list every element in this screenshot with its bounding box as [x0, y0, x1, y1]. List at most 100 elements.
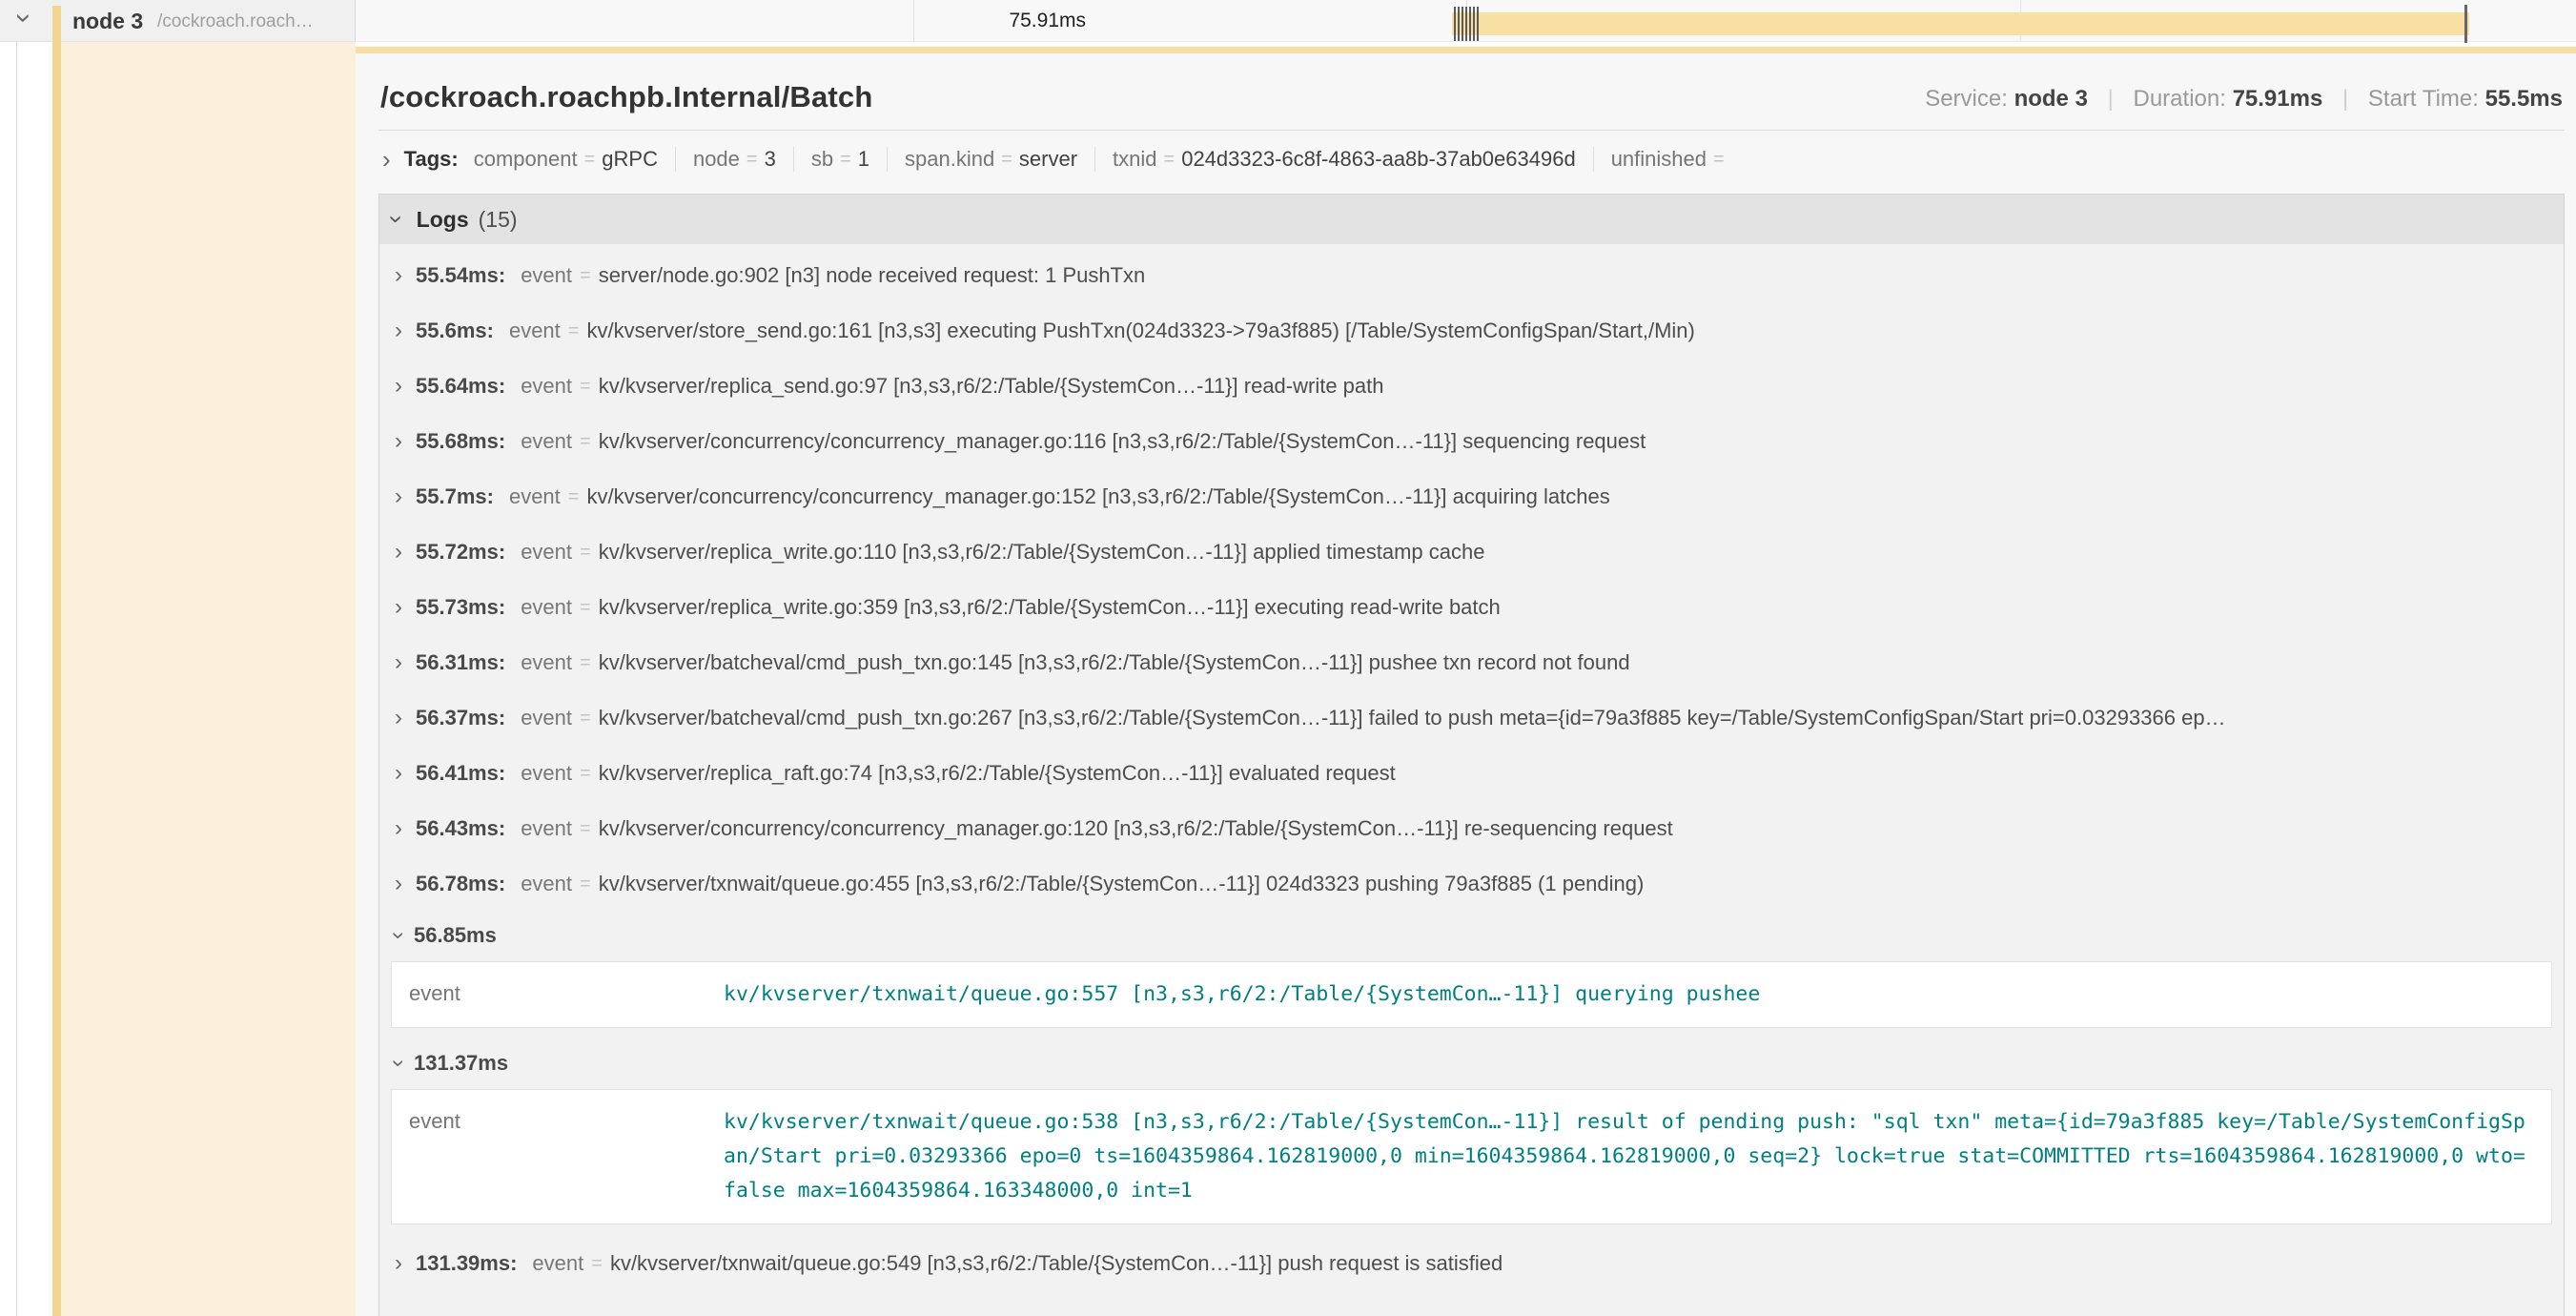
log-marker-tick	[1454, 7, 1456, 41]
tag-unfinished: unfinished=	[1611, 147, 1731, 172]
tags-label: Tags:	[404, 147, 459, 172]
log-row[interactable]: ›55.54ms:event=server/node.go:902 [n3] n…	[387, 248, 2554, 303]
log-row[interactable]: ›55.6ms:event=kv/kvserver/store_send.go:…	[387, 303, 2554, 359]
equals-sign: =	[746, 149, 758, 171]
equals-sign: =	[580, 376, 591, 398]
equals-sign: =	[568, 486, 580, 508]
log-marker-tick	[1465, 7, 1467, 41]
span-operation-title: /cockroach.roachpb.Internal/Batch	[380, 80, 873, 114]
chevron-right-icon: ›	[395, 485, 402, 508]
span-row: › node 3 /cockroach.roach… 75.91ms	[0, 0, 2576, 42]
log-field-key: event	[521, 595, 572, 620]
logs-accordion-header[interactable]: › Logs (15)	[379, 195, 2564, 244]
meta-divider: |	[2108, 86, 2114, 112]
log-row[interactable]: ›55.64ms:event=kv/kvserver/replica_send.…	[387, 359, 2554, 414]
log-marker-tick	[1477, 7, 1479, 41]
tag-sb: sb=1	[811, 147, 869, 172]
chevron-right-icon: ›	[395, 762, 402, 785]
tag-divider	[1094, 147, 1095, 172]
collapse-children-icon[interactable]: ›	[10, 13, 38, 23]
tags-list: component=gRPCnode=3sb=1span.kind=server…	[474, 147, 1731, 172]
tag-value: gRPC	[602, 147, 658, 172]
meta-divider: |	[2342, 86, 2348, 112]
log-detail-card: eventkv/kvserver/txnwait/queue.go:538 [n…	[391, 1089, 2552, 1224]
tag-key: sb	[811, 147, 833, 172]
log-field-key: event	[521, 650, 572, 675]
log-row[interactable]: ›56.31ms:event=kv/kvserver/batcheval/cmd…	[387, 635, 2554, 690]
tag-key: span.kind	[905, 147, 994, 172]
log-timestamp: 55.68ms:	[416, 429, 505, 454]
log-field-key: event	[521, 263, 572, 288]
tag-divider	[1593, 147, 1594, 172]
tag-value: 3	[765, 147, 776, 172]
span-indent-guideline	[16, 42, 17, 1316]
log-timestamp: 56.31ms:	[416, 650, 505, 675]
tag-txnid: txnid=024d3323-6c8f-4863-aa8b-37ab0e6349…	[1113, 147, 1576, 172]
selected-span-highlight-column	[61, 42, 356, 1316]
logs-title: Logs	[417, 207, 469, 233]
log-row[interactable]: ›131.39ms:event=kv/kvserver/txnwait/queu…	[387, 1236, 2554, 1291]
log-field-key: event	[509, 484, 561, 509]
equals-sign: =	[580, 542, 591, 564]
log-field-value: kv/kvserver/txnwait/queue.go:538 [n3,s3,…	[724, 1105, 2534, 1208]
log-timestamp: 55.6ms:	[416, 319, 494, 343]
chevron-right-icon: ›	[395, 596, 402, 619]
log-field-value: kv/kvserver/concurrency/concurrency_mana…	[586, 484, 1609, 509]
log-row[interactable]: ›55.68ms:event=kv/kvserver/concurrency/c…	[387, 414, 2554, 469]
log-field-key: event	[532, 1251, 583, 1276]
log-row[interactable]: ›55.72ms:event=kv/kvserver/replica_write…	[387, 524, 2554, 580]
log-row[interactable]: ›56.43ms:event=kv/kvserver/concurrency/c…	[387, 801, 2554, 856]
log-field-value: kv/kvserver/replica_write.go:110 [n3,s3,…	[599, 540, 1485, 565]
log-field-value: kv/kvserver/replica_write.go:359 [n3,s3,…	[599, 595, 1501, 620]
log-timestamp: 55.72ms:	[416, 540, 505, 565]
chevron-right-icon: ›	[382, 147, 391, 172]
equals-sign: =	[580, 265, 591, 287]
chevron-right-icon: ›	[395, 1252, 402, 1275]
equals-sign: =	[580, 763, 591, 785]
equals-sign: =	[584, 149, 596, 171]
span-row-timeline[interactable]: 75.91ms	[356, 0, 2576, 42]
chevron-right-icon: ›	[395, 651, 402, 674]
equals-sign: =	[580, 597, 591, 619]
span-duration-bar[interactable]	[1452, 12, 2469, 35]
log-detail-card: eventkv/kvserver/txnwait/queue.go:557 [n…	[391, 961, 2552, 1028]
tag-span.kind: span.kind=server	[905, 147, 1077, 172]
log-marker-tick	[1462, 7, 1463, 41]
log-field-value: kv/kvserver/concurrency/concurrency_mana…	[599, 816, 1673, 841]
tag-key: unfinished	[1611, 147, 1707, 172]
log-timestamp: 56.37ms:	[416, 706, 505, 730]
tag-key: node	[693, 147, 740, 172]
log-row[interactable]: ›56.78ms:event=kv/kvserver/txnwait/queue…	[387, 856, 2554, 912]
detail-header: /cockroach.roachpb.Internal/Batch Servic…	[378, 72, 2565, 131]
tag-divider	[793, 147, 794, 172]
log-timestamp: 131.37ms	[414, 1051, 508, 1076]
log-field-value: kv/kvserver/replica_send.go:97 [n3,s3,r6…	[599, 374, 1384, 399]
log-marker-tick-end	[2464, 5, 2467, 43]
span-meta: Service: node 3 | Duration: 75.91ms | St…	[1925, 86, 2563, 114]
tag-divider	[887, 147, 888, 172]
chevron-right-icon: ›	[395, 873, 402, 895]
log-field-key: event	[521, 374, 572, 399]
log-field-value: kv/kvserver/concurrency/concurrency_mana…	[599, 429, 1646, 454]
detail-panel-accent-border	[356, 47, 2576, 53]
log-field-key: event	[521, 761, 572, 786]
log-row-expanded-header[interactable]: ›56.85ms	[387, 912, 2554, 959]
tags-accordion[interactable]: › Tags: component=gRPCnode=3sb=1span.kin…	[378, 131, 2565, 188]
log-field-value: kv/kvserver/replica_raft.go:74 [n3,s3,r6…	[599, 761, 1396, 786]
log-timestamp: 56.43ms:	[416, 816, 505, 841]
duration-value: 75.91ms	[2233, 86, 2323, 112]
tag-value: server	[1019, 147, 1077, 172]
log-row[interactable]: ›56.41ms:event=kv/kvserver/replica_raft.…	[387, 746, 2554, 801]
chevron-right-icon: ›	[395, 319, 402, 342]
log-timestamp: 55.73ms:	[416, 595, 505, 620]
log-row[interactable]: › 55.73ms: event = kv/kvserver/replica_write…	[387, 580, 2554, 635]
log-row[interactable]: ›56.37ms:event=kv/kvserver/batcheval/cmd…	[387, 690, 2554, 746]
log-row[interactable]: ›55.7ms:event=kv/kvserver/concurrency/co…	[387, 469, 2554, 524]
log-timestamp: 131.39ms:	[416, 1251, 517, 1276]
log-row-expanded-header[interactable]: ›131.37ms	[387, 1039, 2554, 1087]
trace-span-detail-view: › node 3 /cockroach.roach… 75.91ms	[0, 0, 2576, 1316]
log-timestamp: 55.54ms:	[416, 263, 505, 288]
service-label: Service:	[1925, 86, 2008, 112]
log-field-value: kv/kvserver/batcheval/cmd_push_txn.go:14…	[599, 650, 1630, 675]
log-field-value: kv/kvserver/txnwait/queue.go:549 [n3,s3,…	[610, 1251, 1503, 1276]
